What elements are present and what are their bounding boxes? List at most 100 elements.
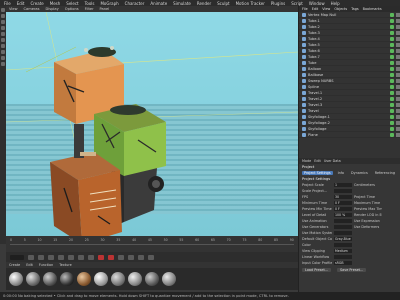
viewport-menu-filter[interactable]: Filter — [85, 7, 94, 11]
tab-dynamics[interactable]: Dynamics — [349, 171, 370, 175]
visibility-tag-icon[interactable] — [390, 78, 394, 83]
material-tag-icon[interactable] — [396, 72, 400, 77]
attribute-value-field[interactable] — [334, 243, 352, 247]
viewport-menu-options[interactable]: Options — [65, 7, 79, 11]
material-swatch[interactable] — [128, 272, 142, 286]
menu-item-tools[interactable]: Tools — [85, 1, 95, 6]
material-menu-edit[interactable]: Edit — [26, 263, 33, 267]
material-menu-texture[interactable]: Texture — [59, 263, 71, 267]
menu-item-sculpt[interactable]: Sculpt — [217, 1, 230, 6]
attribute-value-field[interactable]: sRGB — [334, 261, 352, 265]
attribute-value-field[interactable]: 100 % — [334, 213, 352, 217]
material-tag-icon[interactable] — [396, 66, 400, 71]
menu-item-create[interactable]: Create — [30, 1, 43, 6]
menu-item-mesh[interactable]: Mesh — [50, 1, 61, 6]
material-swatch[interactable] — [26, 272, 40, 286]
material-menu-function[interactable]: Function — [39, 263, 53, 267]
attribute-value-field[interactable]: 0 F — [334, 207, 352, 211]
material-swatch[interactable] — [60, 272, 74, 286]
last-frame-icon[interactable] — [88, 254, 94, 260]
save-preset-button[interactable]: Save Preset... — [337, 268, 367, 272]
first-frame-icon[interactable] — [28, 254, 34, 260]
menu-item-window[interactable]: Window — [309, 1, 325, 6]
material-swatch[interactable] — [111, 272, 125, 286]
menu-item-file[interactable]: File — [4, 1, 11, 6]
attribute-value-field[interactable]: 30 — [334, 195, 352, 199]
visibility-tag-icon[interactable] — [390, 96, 394, 101]
tab-project-settings[interactable]: Project Settings — [302, 171, 333, 175]
object-menu-bookmarks[interactable]: Bookmarks — [363, 7, 382, 11]
rotate-icon[interactable] — [1, 26, 5, 30]
attribute-value-field[interactable] — [334, 219, 352, 223]
material-tag-icon[interactable] — [396, 18, 400, 23]
material-menu-create[interactable]: Create — [9, 263, 20, 267]
menu-item-character[interactable]: Character — [125, 1, 145, 6]
material-tag-icon[interactable] — [396, 114, 400, 119]
visibility-tag-icon[interactable] — [390, 120, 394, 125]
scale-icon[interactable] — [1, 20, 5, 24]
menu-item-simulate[interactable]: Simulate — [173, 1, 191, 6]
viewport-menu-panel[interactable]: Panel — [100, 7, 110, 11]
material-tag-icon[interactable] — [396, 102, 400, 107]
material-swatch[interactable] — [77, 272, 91, 286]
material-tag-icon[interactable] — [396, 60, 400, 65]
attribute-value-field[interactable] — [334, 189, 352, 193]
position-key-icon[interactable] — [128, 254, 134, 260]
timeline-ruler[interactable]: 0 5 10 15 20 25 30 35 40 45 50 55 60 65 70 75 80 85 90 — [10, 238, 294, 245]
attribute-value-field[interactable] — [334, 225, 352, 229]
material-tag-icon[interactable] — [396, 84, 400, 89]
tab-referencing[interactable]: Referencing — [373, 171, 397, 175]
attribute-value-field[interactable]: 0 F — [334, 201, 352, 205]
visibility-tag-icon[interactable] — [390, 60, 394, 65]
autokey-icon[interactable] — [108, 254, 114, 260]
material-tag-icon[interactable] — [396, 120, 400, 125]
edges-mode-icon[interactable] — [1, 38, 5, 42]
prev-key-icon[interactable] — [38, 254, 44, 260]
viewport-menu-display[interactable]: Display — [46, 7, 59, 11]
menu-item-script[interactable]: Script — [291, 1, 303, 6]
viewport-menu-cameras[interactable]: Cameras — [24, 7, 40, 11]
attribute-value-field[interactable]: Gray-Blue — [334, 237, 352, 241]
next-key-icon[interactable] — [78, 254, 84, 260]
menu-item-motion-tracker[interactable]: Motion Tracker — [236, 1, 265, 6]
visibility-tag-icon[interactable] — [390, 114, 394, 119]
visibility-tag-icon[interactable] — [390, 84, 394, 89]
visibility-tag-icon[interactable] — [390, 72, 394, 77]
material-tag-icon[interactable] — [396, 108, 400, 113]
viewport-menu-view[interactable]: View — [9, 7, 18, 11]
visibility-tag-icon[interactable] — [390, 126, 394, 131]
attribute-value-field[interactable] — [334, 231, 352, 235]
visibility-tag-icon[interactable] — [390, 18, 394, 23]
list-item[interactable]: Plane — [299, 132, 400, 138]
material-tag-icon[interactable] — [396, 132, 400, 137]
polygons-mode-icon[interactable] — [1, 44, 5, 48]
attribute-menu-user-data[interactable]: User Data — [324, 159, 341, 163]
move-icon[interactable] — [1, 14, 5, 18]
visibility-tag-icon[interactable] — [390, 54, 394, 59]
key-selection-icon[interactable] — [118, 254, 124, 260]
frame-field[interactable] — [10, 254, 24, 260]
menu-item-animate[interactable]: Animate — [150, 1, 167, 6]
visibility-tag-icon[interactable] — [390, 132, 394, 137]
scale-key-icon[interactable] — [138, 254, 144, 260]
play-icon[interactable] — [58, 254, 64, 260]
rotation-key-icon[interactable] — [148, 254, 154, 260]
menu-item-help[interactable]: Help — [331, 1, 340, 6]
visibility-tag-icon[interactable] — [390, 30, 394, 35]
record-icon[interactable] — [98, 254, 104, 260]
material-tag-icon[interactable] — [396, 30, 400, 35]
visibility-tag-icon[interactable] — [390, 42, 394, 47]
material-tag-icon[interactable] — [396, 48, 400, 53]
material-tag-icon[interactable] — [396, 42, 400, 47]
tab-info[interactable]: Info — [336, 171, 346, 175]
material-swatch[interactable] — [94, 272, 108, 286]
material-swatch[interactable] — [162, 272, 176, 286]
next-frame-icon[interactable] — [68, 254, 74, 260]
undo-icon[interactable] — [1, 8, 5, 12]
3d-viewport[interactable] — [6, 12, 298, 236]
attribute-value-field[interactable]: 1 — [334, 183, 352, 187]
object-menu-edit[interactable]: Edit — [312, 7, 319, 11]
visibility-tag-icon[interactable] — [390, 36, 394, 41]
material-swatch[interactable] — [145, 272, 159, 286]
visibility-tag-icon[interactable] — [390, 48, 394, 53]
